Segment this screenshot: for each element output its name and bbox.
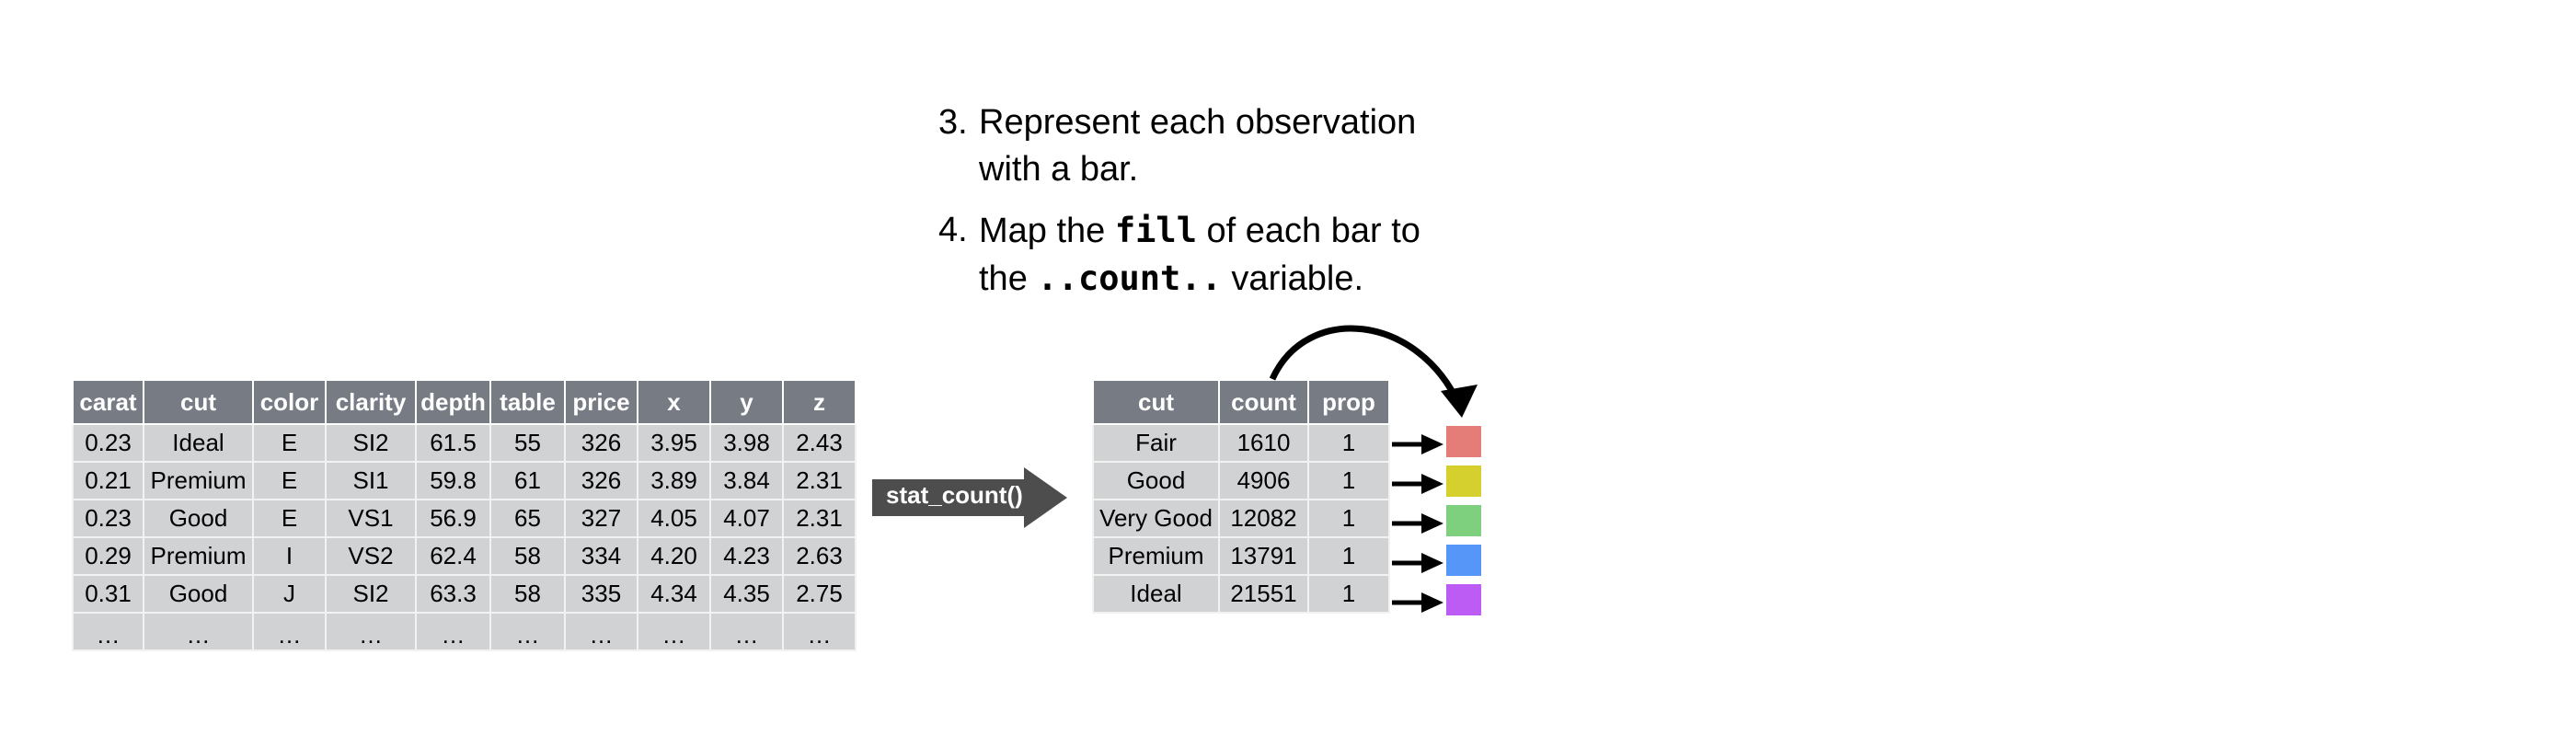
arrowhead-icon <box>1421 474 1443 494</box>
curved-arrowhead-icon <box>1441 385 1478 418</box>
fill-swatch-fair <box>1446 426 1481 457</box>
arrowhead-icon <box>1421 592 1443 613</box>
curved-arrow-icon <box>1269 325 1463 407</box>
fill-swatch-premium <box>1446 545 1481 576</box>
fill-swatch-very-good <box>1446 505 1481 536</box>
arrowhead-icon <box>1421 434 1443 454</box>
arrowhead-icon <box>1421 513 1443 534</box>
fill-swatch-good <box>1446 465 1481 497</box>
arrowhead-icon <box>1421 553 1443 573</box>
arrows-overlay <box>1269 325 1478 613</box>
fill-swatch-ideal <box>1446 584 1481 615</box>
